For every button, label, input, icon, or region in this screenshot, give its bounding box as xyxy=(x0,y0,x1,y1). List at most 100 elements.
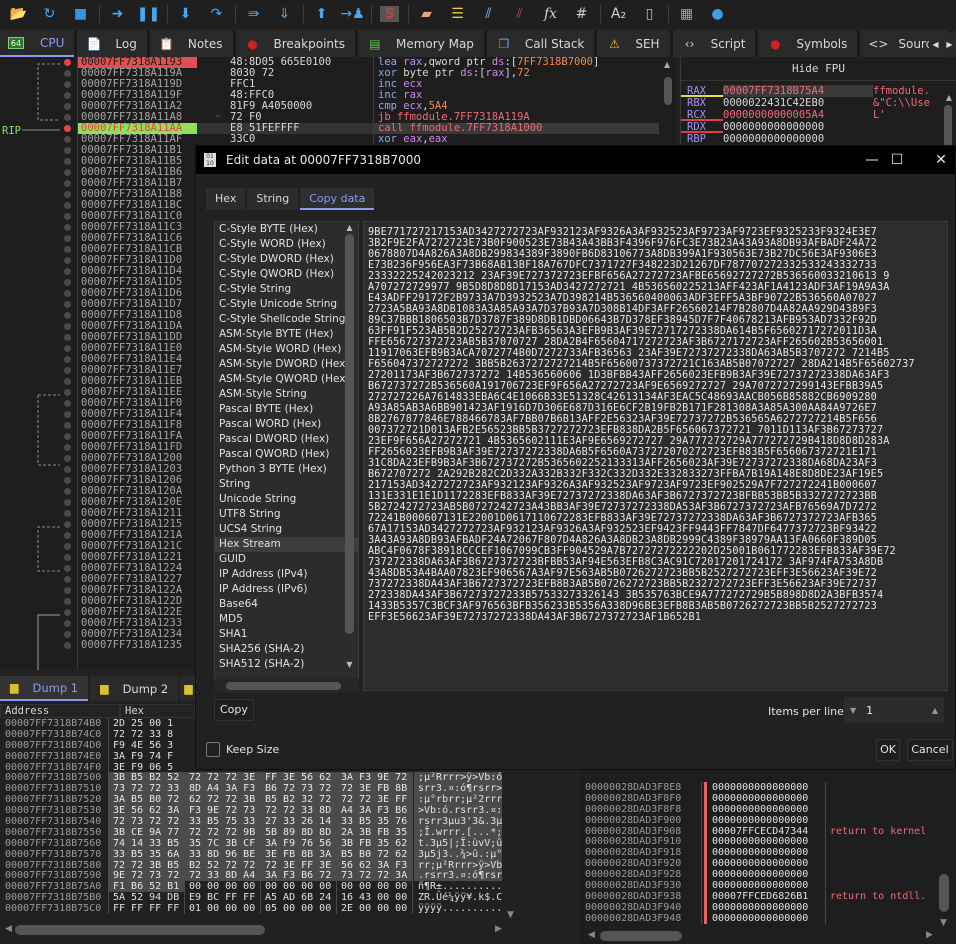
register-row[interactable]: RDX 0000000000000000 xyxy=(681,121,956,133)
tab-script[interactable]: ‹› Script xyxy=(672,30,756,57)
breakpoint-dot-icon[interactable] xyxy=(64,279,71,286)
breakpoint-dot-icon[interactable] xyxy=(64,147,71,154)
tab-cpu[interactable]: 64 CPU xyxy=(0,30,75,57)
breakpoint-dot-icon[interactable] xyxy=(64,620,71,627)
dump-hex-group[interactable]: 3A F3 9E 72 xyxy=(337,772,413,783)
tab-call-stack[interactable]: ❐ Call Stack xyxy=(486,30,595,57)
dump-hex-group[interactable]: F9 4E 56 3 xyxy=(109,740,185,751)
register-value[interactable]: 0000000000000000 xyxy=(723,133,873,145)
dump-hex-group[interactable]: 56 62 3A F3 xyxy=(337,859,413,871)
stack-value[interactable]: 0000000000000000 xyxy=(702,869,826,881)
scroll-up-arrow-icon[interactable]: ▲ xyxy=(664,60,670,69)
disassembly-view[interactable]: lea rax,qword ptr ds:[7FF7318B7000] xor b… xyxy=(373,57,659,147)
stack-row[interactable]: 00000028DAD3F940 0000000000000000 xyxy=(580,901,956,913)
dump-hex-group[interactable]: 62 72 72 3B xyxy=(185,794,261,805)
breakpoint-dot-icon[interactable] xyxy=(64,378,71,385)
dump-hex-group[interactable]: B6 72 73 72 xyxy=(261,783,337,794)
format-list-item[interactable]: ASM-Style WORD (Hex) xyxy=(215,342,358,357)
dump-hex-group[interactable]: A4 3A F3 B6 xyxy=(337,805,413,816)
dump-row[interactable]: 00007FF7318B7530 3E 56 62 3A F3 9E 72 73 72… xyxy=(0,805,580,816)
comments-button[interactable]: ☰ xyxy=(445,3,470,25)
dump-hex-group[interactable]: F3 9E 72 73 xyxy=(185,805,261,816)
breakpoint-dot-icon[interactable] xyxy=(64,92,71,99)
breakpoint-dot-icon[interactable] xyxy=(64,81,71,88)
stack-row[interactable]: 00000028DAD3F900 0000000000000000 xyxy=(580,814,956,826)
checkbox-box[interactable] xyxy=(206,742,220,757)
disassembly-bytes-column[interactable]: 48:8D05 665E0100 8030 72 FFC1 48:FFC0 81F9 A… xyxy=(197,57,373,147)
dump-hex-group[interactable]: 3E F9 06 5 xyxy=(109,762,185,773)
execute-till-return-button[interactable]: ⬆ xyxy=(309,3,334,25)
dump-hex-group[interactable]: 33 B5 35 6A xyxy=(109,848,185,860)
breakpoint-dot-icon[interactable] xyxy=(64,422,71,429)
restart-button[interactable]: ↻ xyxy=(37,3,62,25)
breakpoint-dot-icon[interactable] xyxy=(64,609,71,616)
breakpoint-dot-icon[interactable] xyxy=(64,587,71,594)
breakpoint-dot-icon[interactable] xyxy=(64,169,71,176)
dump-hex-group[interactable]: 3A F9 74 F xyxy=(109,751,185,762)
dump-hex-group[interactable]: 2A 3B FB 35 xyxy=(337,826,413,838)
breakpoint-dot-icon[interactable] xyxy=(64,246,71,253)
stack-view[interactable]: 00000028DAD3F8E8 0000000000000000 00000028… xyxy=(580,770,956,944)
breakpoint-dot-icon[interactable] xyxy=(64,70,71,77)
stack-horizontal-scrollbar[interactable]: ◀ ▶ xyxy=(588,930,933,942)
format-list-item[interactable]: String xyxy=(215,477,358,492)
breakpoint-dot-icon[interactable] xyxy=(64,235,71,242)
dump-hex-group[interactable]: 00 00 00 00 xyxy=(337,881,413,892)
format-list-item[interactable]: ASM-Style QWORD (Hex) xyxy=(215,372,358,387)
stack-row[interactable]: 00000028DAD3F948 0000000000000000 xyxy=(580,912,956,924)
dump-hex-group[interactable]: 27 33 26 14 xyxy=(261,816,337,827)
breakpoint-dot-icon[interactable] xyxy=(64,521,71,528)
dump-hex-group[interactable]: E9 BC FF FF xyxy=(185,892,261,903)
dump-hex-group[interactable]: 05 00 00 00 xyxy=(261,903,337,914)
format-list-item[interactable]: UTF8 String xyxy=(215,507,358,522)
font-button[interactable]: A₂ xyxy=(606,3,631,25)
dump-hex-group[interactable]: 3A F3 B6 72 xyxy=(261,870,337,881)
format-list-item[interactable]: Unicode String xyxy=(215,492,358,507)
format-list-item[interactable]: Pascal WORD (Hex) xyxy=(215,417,358,432)
dump-hex-group[interactable]: 3E 56 62 3A xyxy=(109,805,185,816)
dump-hex-group[interactable]: 3A B5 B0 72 xyxy=(109,794,185,805)
format-list-horizontal-scrollbar[interactable] xyxy=(214,679,359,693)
tab-memory-map[interactable]: ▤ Memory Map xyxy=(357,30,484,57)
stack-row[interactable]: 00000028DAD3F920 0000000000000000 xyxy=(580,858,956,870)
dump-row[interactable]: 00007FF7318B75B0 5A 52 94 DB E9 BC FF FF A5… xyxy=(0,892,580,903)
dump-row[interactable]: 00007FF7318B7500 3B B5 B2 52 72 72 72 3E FF… xyxy=(0,772,580,783)
dump-hex-group[interactable]: 3B B5 B2 52 xyxy=(109,772,185,783)
stack-row[interactable]: 00000028DAD3F8F0 0000000000000000 xyxy=(580,792,956,804)
tab-scroll-left-button[interactable]: ◀ xyxy=(929,33,942,55)
format-list-item[interactable]: C-Style Shellcode String xyxy=(215,312,358,327)
breakpoint-dot-icon[interactable] xyxy=(64,631,71,638)
breakpoint-dot-icon[interactable] xyxy=(64,565,71,572)
breakpoint-dot-icon[interactable] xyxy=(64,400,71,407)
dump-hex-group[interactable]: 00 00 00 00 xyxy=(185,881,261,892)
breakpoint-dot-icon[interactable] xyxy=(64,598,71,605)
dump-row[interactable]: 00007FF7318B7560 74 14 33 B5 35 7C 3B CF 3A… xyxy=(0,837,580,849)
copy-data-output[interactable]: 9BE771727217153AD3427272723AF932123AF932… xyxy=(363,221,948,691)
stack-row[interactable]: 00000028DAD3F918 0000000000000000 xyxy=(580,847,956,859)
breakpoint-dot-icon[interactable] xyxy=(64,125,71,132)
dump-hex-group[interactable]: 72 72 72 3E xyxy=(185,772,261,783)
dump-hex-group[interactable]: B2 52 72 72 xyxy=(185,859,261,871)
format-list-item[interactable]: C-Style Unicode String xyxy=(215,297,358,312)
dump-hex-group[interactable]: B5 B2 32 72 xyxy=(261,794,337,805)
bookmarks-button[interactable]: ⫽ xyxy=(507,3,532,25)
format-list-item[interactable]: IP Address (IPv6) xyxy=(215,582,358,597)
stop-button[interactable]: ■ xyxy=(68,3,93,25)
dump-hex-group[interactable]: F1 B6 52 B1 xyxy=(109,881,185,892)
globe-button[interactable]: ● xyxy=(705,3,730,25)
dump-hex-group[interactable]: 3E FB 8B 3A xyxy=(261,848,337,860)
dump-hex-group[interactable]: 73 72 72 33 xyxy=(109,783,185,794)
dump-hex-group[interactable]: 72 3E FF 3E xyxy=(261,859,337,871)
format-list-item[interactable]: SHA256 (SHA-2) xyxy=(215,642,358,657)
register-row[interactable]: RBX 0000022431C42EB0 &"C:\\Use xyxy=(681,97,956,109)
breakpoint-dot-icon[interactable] xyxy=(64,389,71,396)
register-value[interactable]: 0000022431C42EB0 xyxy=(723,97,873,109)
stack-value[interactable]: 0000000000000000 xyxy=(702,836,826,848)
stack-value[interactable]: 0000000000000000 xyxy=(702,847,826,859)
format-list-scrollbar[interactable]: ▲ ▼ xyxy=(342,223,357,678)
format-list-item[interactable]: Pascal BYTE (Hex) xyxy=(215,402,358,417)
breakpoint-dot-icon[interactable] xyxy=(64,433,71,440)
breakpoint-dot-icon[interactable] xyxy=(64,136,71,143)
dump-hex-group[interactable]: 2D 25 00 1 xyxy=(109,718,185,729)
breakpoint-dot-icon[interactable] xyxy=(64,191,71,198)
